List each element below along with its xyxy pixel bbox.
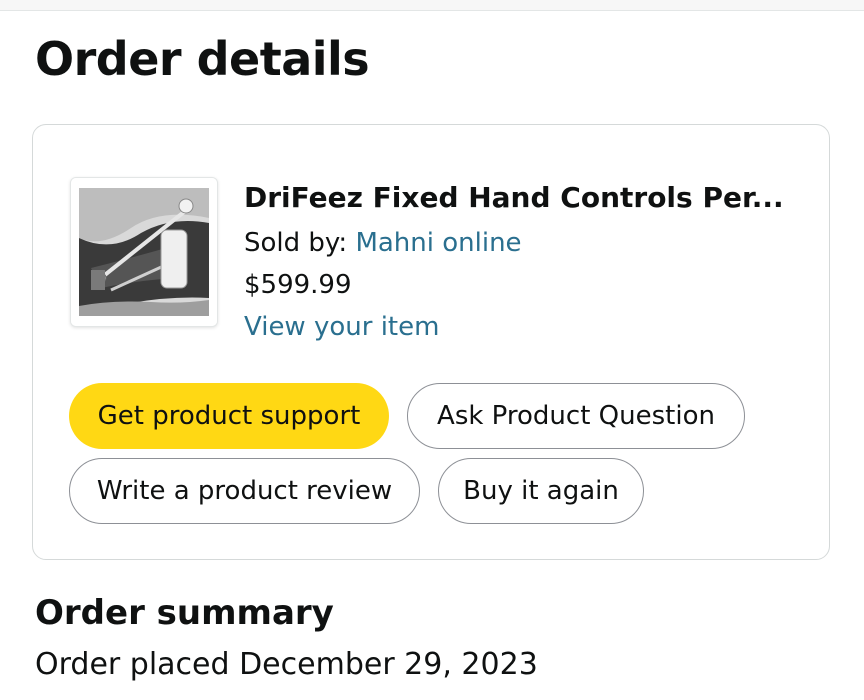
buy-it-again-button[interactable]: Buy it again [438,458,644,524]
product-thumbnail[interactable] [70,177,218,327]
ask-product-question-button[interactable]: Ask Product Question [407,383,745,449]
product-price: $599.99 [244,270,352,300]
order-item-card: DriFeez Fixed Hand Controls Per... Sold … [32,124,830,560]
seller-link[interactable]: Mahni online [355,228,521,258]
get-product-support-button[interactable]: Get product support [69,383,389,449]
top-divider-strip [0,0,864,11]
product-photo-icon [71,178,217,326]
order-placed-date: Order placed December 29, 2023 [35,647,538,682]
page-title: Order details [35,32,370,86]
write-product-review-button[interactable]: Write a product review [69,458,420,524]
sold-by-line: Sold by: Mahni online [244,228,522,258]
sold-by-label: Sold by: [244,228,356,258]
order-summary-title: Order summary [35,593,334,633]
view-your-item-link[interactable]: View your item [244,312,439,342]
product-title[interactable]: DriFeez Fixed Hand Controls Per... [244,181,784,214]
